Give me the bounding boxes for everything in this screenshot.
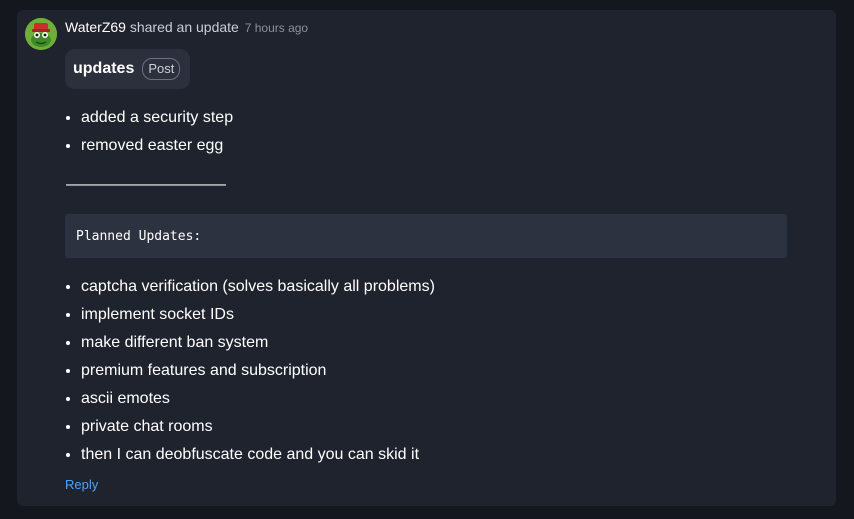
text-divider: —————————— — [66, 176, 226, 193]
list-item: ascii emotes — [81, 385, 435, 413]
avatar[interactable] — [25, 18, 57, 50]
post-header: WaterZ69 shared an update 7 hours ago — [65, 18, 308, 37]
list-item: captcha verification (solves basically a… — [81, 273, 435, 301]
planned-updates-list: captcha verification (solves basically a… — [63, 273, 435, 469]
list-item: added a security step — [81, 104, 233, 132]
list-item: private chat rooms — [81, 413, 435, 441]
post-action-text: shared an update — [129, 19, 239, 35]
list-item: premium features and subscription — [81, 357, 435, 385]
post-timestamp: 7 hours ago — [244, 21, 309, 35]
avatar-frog-icon — [25, 18, 57, 50]
list-item: make different ban system — [81, 329, 435, 357]
post-type-badge: Post — [142, 58, 181, 80]
code-text: Planned Updates: — [76, 228, 202, 244]
changes-list: added a security step removed easter egg — [63, 104, 233, 160]
reply-link[interactable]: Reply — [65, 477, 98, 492]
post-title: updates — [73, 60, 135, 77]
update-post-card: WaterZ69 shared an update 7 hours ago up… — [17, 10, 836, 506]
list-item: removed easter egg — [81, 132, 233, 160]
post-title-pill: updates Post — [65, 49, 191, 89]
list-item: implement socket IDs — [81, 301, 435, 329]
code-block: Planned Updates: — [65, 214, 787, 258]
username[interactable]: WaterZ69 — [65, 19, 126, 35]
list-item: then I can deobfuscate code and you can … — [81, 441, 435, 469]
